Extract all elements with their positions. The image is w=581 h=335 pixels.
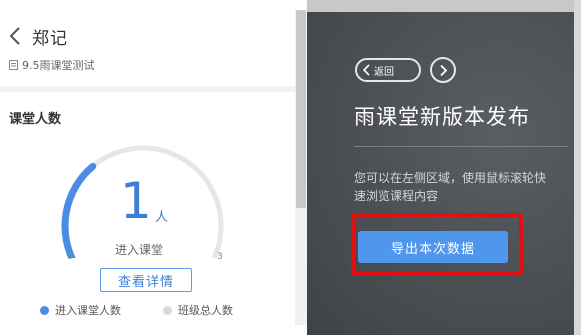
headline-divider bbox=[354, 146, 568, 147]
overlay-right-edge bbox=[574, 0, 581, 335]
section-title: 课堂人数 bbox=[9, 112, 62, 127]
view-details-button[interactable]: 查看详情 bbox=[100, 268, 192, 292]
chevron-right-icon bbox=[439, 64, 447, 76]
export-data-button[interactable]: 导出本次数据 bbox=[358, 231, 508, 263]
legend-label-total: 班级总人数 bbox=[178, 304, 233, 317]
back-label: 返回 bbox=[374, 66, 394, 78]
section-divider bbox=[0, 86, 295, 92]
entered-count: 1 bbox=[120, 172, 152, 230]
legend-dot-entered bbox=[40, 305, 49, 315]
gauge-fill bbox=[61, 162, 97, 258]
gauge-legend: 进入课堂人数 班级总人数 bbox=[40, 302, 233, 318]
course-info: 9.5雨课堂测试 bbox=[9, 57, 95, 73]
guide-description: 您可以在左侧区域，使用鼠标滚轮快速浏览课程内容 bbox=[354, 171, 547, 203]
chevron-left-icon[interactable] bbox=[8, 25, 24, 47]
gauge-caption: 进入课堂 bbox=[115, 243, 164, 257]
course-title: 9.5雨课堂测试 bbox=[22, 59, 95, 72]
back-button[interactable]: 返回 bbox=[355, 58, 421, 82]
gauge-max-label: 3 bbox=[217, 252, 223, 262]
legend-label-entered: 进入课堂人数 bbox=[55, 304, 121, 317]
overlay-top-edge bbox=[307, 0, 581, 12]
gauge-min-label: 0 bbox=[67, 252, 73, 262]
count-unit: 人 bbox=[155, 210, 169, 225]
user-name: 郑记 bbox=[32, 28, 68, 49]
guide-overlay: 返回 雨课堂新版本发布 您可以在左侧区域，使用鼠标滚轮快速浏览课程内容 导出本次… bbox=[307, 0, 581, 335]
guide-headline: 雨课堂新版本发布 bbox=[354, 105, 530, 129]
document-icon bbox=[9, 60, 18, 70]
header-back[interactable]: 郑记 bbox=[8, 22, 68, 50]
legend-item-total: 班级总人数 bbox=[163, 302, 233, 318]
chevron-left-icon bbox=[363, 64, 370, 76]
scrollbar-thumb[interactable] bbox=[296, 10, 306, 208]
left-panel: 郑记 9.5雨课堂测试 课堂人数 1 人 进入课堂 0 3 查看详情 进入课堂人… bbox=[0, 0, 307, 335]
legend-dot-total bbox=[163, 305, 172, 315]
next-button[interactable] bbox=[430, 57, 456, 83]
